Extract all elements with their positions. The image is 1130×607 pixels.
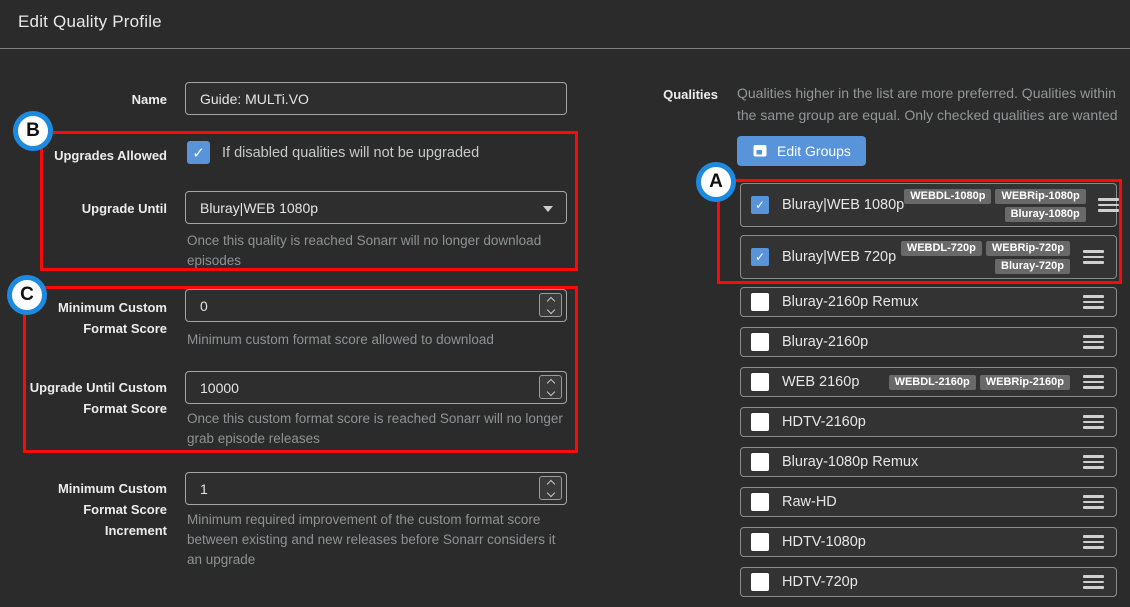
min-format-score-increment-stepper[interactable] [539, 476, 562, 500]
name-label: Name [2, 89, 167, 110]
upgrade-until-format-score-label: Upgrade Until Custom Format Score [2, 377, 167, 419]
drag-handle-icon[interactable] [1070, 575, 1116, 589]
min-format-score-increment-help: Minimum required improvement of the cust… [187, 510, 565, 570]
drag-handle-icon[interactable] [1070, 375, 1116, 389]
drag-handle-icon[interactable] [1086, 198, 1130, 212]
edit-groups-button-label: Edit Groups [777, 143, 851, 159]
quality-badges: WEBDL-1080p WEBRip-1080p Bluray-1080p [904, 189, 1085, 222]
quality-list-item[interactable]: ✓ Bluray|WEB 1080p WEBDL-1080p WEBRip-108… [740, 183, 1117, 227]
qualities-label: Qualities [630, 87, 718, 102]
quality-checkbox[interactable]: ✓ [751, 373, 769, 391]
stepper-down-icon[interactable] [546, 305, 554, 313]
quality-label: Bluray|WEB 720p [782, 249, 896, 265]
drag-handle-icon[interactable] [1070, 535, 1116, 549]
drag-handle-icon[interactable] [1070, 250, 1116, 264]
upgrades-allowed-caption: If disabled qualities will not be upgrad… [222, 145, 479, 161]
upgrades-allowed-label: Upgrades Allowed [2, 145, 167, 166]
quality-list-item[interactable]: ✓ Bluray-1080p Remux [740, 447, 1117, 477]
quality-list-item[interactable]: ✓ HDTV-1080p [740, 527, 1117, 557]
quality-list-item[interactable]: ✓ Bluray|WEB 720p WEBDL-720p WEBRip-720p B… [740, 235, 1117, 279]
checkmark-icon: ✓ [755, 455, 765, 469]
quality-badge: WEBRip-2160p [980, 375, 1070, 390]
min-format-score-label: Minimum Custom Format Score [2, 297, 167, 339]
quality-list-item[interactable]: ✓ Bluray-2160p [740, 327, 1117, 357]
quality-checkbox[interactable]: ✓ [751, 413, 769, 431]
quality-label: HDTV-1080p [782, 534, 866, 550]
quality-badge: WEBDL-2160p [889, 375, 976, 390]
checkmark-icon: ✓ [755, 375, 765, 389]
quality-label: Bluray-2160p [782, 334, 868, 350]
quality-label: HDTV-2160p [782, 414, 866, 430]
caret-down-icon [543, 206, 553, 212]
drag-handle-icon[interactable] [1070, 455, 1116, 469]
qualities-list: ✓ Bluray|WEB 1080p WEBDL-1080p WEBRip-108… [740, 183, 1117, 607]
checkmark-icon: ✓ [755, 335, 765, 349]
checkmark-icon: ✓ [755, 495, 765, 509]
quality-checkbox[interactable]: ✓ [751, 573, 769, 591]
quality-checkbox[interactable]: ✓ [751, 196, 769, 214]
quality-badges: WEBDL-2160p WEBRip-2160p [889, 375, 1070, 390]
quality-checkbox[interactable]: ✓ [751, 248, 769, 266]
edit-groups-button[interactable]: Edit Groups [737, 136, 866, 166]
min-format-score-increment-label: Minimum Custom Format Score Increment [2, 478, 167, 541]
quality-label: Bluray-1080p Remux [782, 454, 918, 470]
annotation-circle-a: A [696, 162, 736, 202]
quality-list-item[interactable]: ✓ Bluray-2160p Remux [740, 287, 1117, 317]
quality-list-item[interactable]: ✓ Raw-HD [740, 487, 1117, 517]
min-format-score-input[interactable] [185, 289, 567, 322]
quality-badge: WEBRip-720p [986, 241, 1070, 256]
edit-groups-icon [752, 144, 768, 158]
upgrade-until-value: Bluray|WEB 1080p [200, 200, 318, 216]
checkmark-icon: ✓ [192, 144, 205, 162]
quality-label: HDTV-720p [782, 574, 858, 590]
min-format-score-stepper[interactable] [539, 293, 562, 317]
upgrade-until-format-score-help: Once this custom format score is reached… [187, 409, 565, 449]
stepper-down-icon[interactable] [546, 488, 554, 496]
qualities-description: Qualities higher in the list are more pr… [737, 83, 1119, 126]
quality-checkbox[interactable]: ✓ [751, 493, 769, 511]
drag-handle-icon[interactable] [1070, 415, 1116, 429]
min-format-score-increment-input[interactable] [185, 472, 567, 505]
quality-badges: WEBDL-720p WEBRip-720p Bluray-720p [901, 241, 1070, 274]
drag-handle-icon[interactable] [1070, 335, 1116, 349]
checkmark-icon: ✓ [755, 415, 765, 429]
checkmark-icon: ✓ [755, 575, 765, 589]
quality-badge: Bluray-720p [995, 259, 1070, 274]
quality-checkbox[interactable]: ✓ [751, 333, 769, 351]
quality-profile-form: Name Upgrades Allowed ✓ If disabled qual… [0, 0, 600, 599]
checkmark-icon: ✓ [755, 250, 765, 264]
quality-label: WEB 2160p [782, 374, 859, 390]
quality-label: Bluray|WEB 1080p [782, 197, 904, 213]
upgrades-allowed-checkbox[interactable]: ✓ [187, 141, 210, 164]
stepper-up-icon[interactable] [546, 378, 554, 386]
quality-badge: WEBDL-720p [901, 241, 982, 256]
checkmark-icon: ✓ [755, 535, 765, 549]
quality-badge: Bluray-1080p [1005, 207, 1086, 222]
upgrade-until-format-score-stepper[interactable] [539, 375, 562, 399]
upgrade-until-format-score-input[interactable] [185, 371, 567, 404]
quality-badge: WEBRip-1080p [995, 189, 1085, 204]
quality-label: Bluray-2160p Remux [782, 294, 918, 310]
drag-handle-icon[interactable] [1070, 495, 1116, 509]
min-format-score-help: Minimum custom format score allowed to d… [187, 330, 565, 350]
upgrade-until-label: Upgrade Until [2, 198, 167, 219]
stepper-down-icon[interactable] [546, 387, 554, 395]
quality-label: Raw-HD [782, 494, 837, 510]
quality-list-item[interactable]: ✓ HDTV-720p [740, 567, 1117, 597]
quality-checkbox[interactable]: ✓ [751, 453, 769, 471]
quality-list-item[interactable]: ✓ HDTV-2160p [740, 407, 1117, 437]
quality-badge: WEBDL-1080p [904, 189, 991, 204]
name-input[interactable] [185, 82, 567, 115]
checkmark-icon: ✓ [755, 295, 765, 309]
checkmark-icon: ✓ [755, 198, 765, 212]
upgrade-until-select[interactable]: Bluray|WEB 1080p [185, 191, 567, 224]
quality-checkbox[interactable]: ✓ [751, 293, 769, 311]
upgrade-until-help: Once this quality is reached Sonarr will… [187, 231, 565, 271]
quality-list-item[interactable]: ✓ WEB 2160p WEBDL-2160p WEBRip-2160p [740, 367, 1117, 397]
stepper-up-icon[interactable] [546, 479, 554, 487]
drag-handle-icon[interactable] [1070, 295, 1116, 309]
stepper-up-icon[interactable] [546, 296, 554, 304]
quality-checkbox[interactable]: ✓ [751, 533, 769, 551]
